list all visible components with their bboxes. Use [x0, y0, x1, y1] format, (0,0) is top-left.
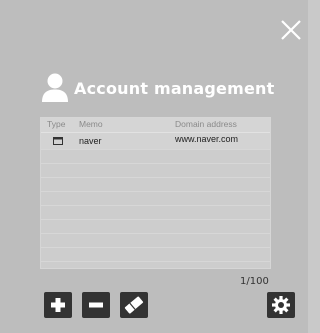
account-table: Type Memo Domain address naver www.naver… — [40, 117, 271, 269]
gear-icon — [272, 296, 290, 314]
row-memo: naver — [79, 136, 102, 146]
settings-button[interactable] — [267, 292, 295, 318]
column-header-memo: Memo — [79, 119, 103, 129]
page-title: Account management — [74, 78, 275, 98]
table-row[interactable] — [41, 192, 270, 206]
document-icon — [53, 137, 63, 145]
eraser-icon — [124, 296, 144, 314]
title-row: Account management — [40, 70, 274, 106]
table-row[interactable] — [41, 164, 270, 178]
column-header-type: Type — [47, 119, 66, 129]
erase-button[interactable] — [120, 292, 148, 318]
account-management-dialog: Account management Type Memo Domain addr… — [0, 0, 308, 333]
table-row[interactable] — [41, 234, 270, 248]
user-icon — [42, 73, 68, 102]
plus-icon — [51, 298, 65, 312]
table-row[interactable] — [41, 150, 270, 164]
close-icon[interactable] — [280, 19, 302, 41]
table-row[interactable] — [41, 178, 270, 192]
page-indicator: 1/100 — [240, 276, 269, 287]
column-header-domain: Domain address — [175, 119, 237, 129]
minus-icon — [89, 302, 103, 308]
remove-button[interactable] — [82, 292, 110, 318]
table-row[interactable] — [41, 220, 270, 234]
table-row[interactable]: naver www.naver.com — [41, 133, 270, 150]
table-header: Type Memo Domain address — [41, 118, 270, 133]
row-domain: www.naver.com — [175, 134, 239, 144]
table-row[interactable] — [41, 248, 270, 262]
table-row[interactable] — [41, 206, 270, 220]
add-button[interactable] — [44, 292, 72, 318]
